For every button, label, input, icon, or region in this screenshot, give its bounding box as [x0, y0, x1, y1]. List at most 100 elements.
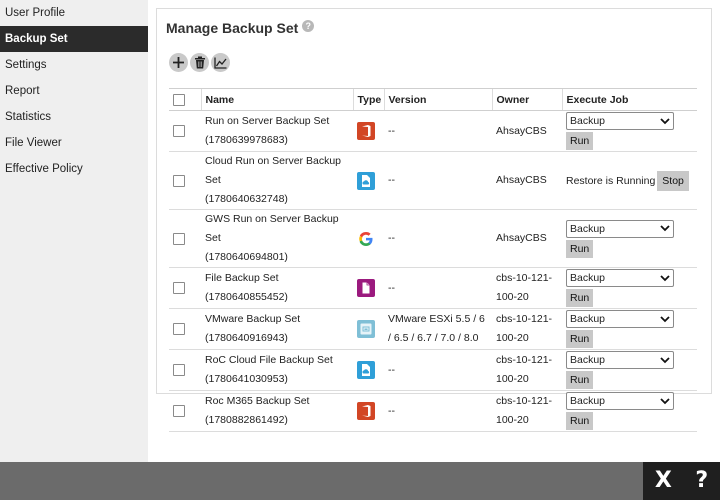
sidebar-item-statistics[interactable]: Statistics	[0, 104, 148, 130]
row-select-cell	[169, 110, 201, 152]
select-all-checkbox[interactable]	[173, 93, 185, 106]
job-type-value: Backup	[570, 395, 606, 407]
name-cell[interactable]: RoC Cloud File Backup Set (1780641030953)	[201, 349, 353, 391]
type-cell	[353, 267, 384, 309]
backup-set-id: (1780641030953)	[205, 373, 288, 385]
execute-job-cell: Backup Run	[562, 110, 697, 152]
name-cell[interactable]: GWS Run on Server Backup Set (17806406948…	[201, 209, 353, 268]
version-cell: --	[384, 267, 492, 309]
name-cell[interactable]: Cloud Run on Server Backup Set (178064063…	[201, 151, 353, 210]
backup-set-name[interactable]: RoC Cloud File Backup Set	[205, 351, 349, 370]
execute-job-cell: Restore is Running Stop	[562, 151, 697, 210]
table-row[interactable]: RoC Cloud File Backup Set (1780641030953)…	[169, 349, 697, 391]
sidebar-item-effective-policy[interactable]: Effective Policy	[0, 156, 148, 182]
report-chart-button[interactable]	[211, 53, 230, 72]
vmware-icon	[357, 320, 375, 338]
help-button[interactable]: ?	[695, 462, 708, 500]
table-row[interactable]: Cloud Run on Server Backup Set (178064063…	[169, 151, 697, 210]
version-cell: --	[384, 349, 492, 391]
table-row[interactable]: Roc M365 Backup Set (1780882861492) -- cbs-…	[169, 390, 697, 432]
backup-set-name[interactable]: VMware Backup Set	[205, 310, 349, 329]
row-select-cell	[169, 308, 201, 350]
row-select-cell	[169, 151, 201, 210]
chevron-down-icon	[660, 356, 670, 363]
sidebar-item-settings[interactable]: Settings	[0, 52, 148, 78]
type-cell	[353, 151, 384, 210]
office365-icon	[357, 402, 375, 420]
column-header-owner[interactable]: Owner	[491, 88, 562, 111]
sidebar-item-report[interactable]: Report	[0, 78, 148, 104]
row-checkbox[interactable]	[173, 174, 185, 187]
owner-cell: AhsayCBS	[492, 209, 562, 268]
backup-set-name[interactable]: Run on Server Backup Set	[205, 112, 349, 131]
backup-set-id: (1780640632748)	[205, 193, 288, 205]
table-body: Run on Server Backup Set (1780639978683) -…	[169, 110, 697, 432]
table-row[interactable]: File Backup Set (1780640855452) -- cbs-10-1…	[169, 267, 697, 309]
name-cell[interactable]: File Backup Set (1780640855452)	[201, 267, 353, 309]
job-type-select[interactable]: Backup	[566, 269, 674, 287]
name-cell[interactable]: Roc M365 Backup Set (1780882861492)	[201, 390, 353, 432]
run-button[interactable]: Run	[566, 289, 594, 307]
column-header-version[interactable]: Version	[383, 88, 492, 111]
run-button[interactable]: Run	[566, 412, 594, 430]
row-checkbox[interactable]	[173, 282, 185, 295]
run-button[interactable]: Run	[566, 132, 594, 150]
type-cell	[353, 110, 384, 152]
owner-cell: AhsayCBS	[492, 110, 562, 152]
table-row[interactable]: VMware Backup Set (1780640916943) VMware E…	[169, 308, 697, 350]
job-status-text: Restore is Running	[566, 174, 656, 187]
job-type-value: Backup	[570, 222, 606, 235]
backup-set-id: (1780639978683)	[205, 134, 288, 146]
sidebar-item-file-viewer[interactable]: File Viewer	[0, 130, 148, 156]
office365-icon	[357, 122, 375, 140]
version-cell: --	[384, 151, 492, 210]
owner-cell: AhsayCBS	[492, 151, 562, 210]
execute-job-cell: Backup Run	[562, 308, 697, 350]
sidebar-item-user-profile[interactable]: User Profile	[0, 0, 148, 26]
job-type-value: Backup	[570, 354, 606, 366]
version-cell: --	[384, 110, 492, 152]
job-type-select[interactable]: Backup	[566, 112, 674, 130]
execute-job-cell: Backup Run	[562, 390, 697, 432]
job-type-select[interactable]: Backup	[566, 310, 674, 328]
type-cell	[353, 349, 384, 391]
cloud-file-icon	[357, 171, 375, 190]
table-row[interactable]: GWS Run on Server Backup Set (17806406948…	[169, 209, 697, 268]
job-type-select[interactable]: Backup	[566, 219, 674, 238]
job-type-select[interactable]: Backup	[566, 392, 674, 410]
table-row[interactable]: Run on Server Backup Set (1780639978683) -…	[169, 110, 697, 152]
column-header-name[interactable]: Name	[200, 88, 353, 111]
backup-set-name[interactable]: File Backup Set	[205, 269, 349, 288]
add-button[interactable]	[169, 53, 188, 72]
run-button[interactable]: Run	[566, 330, 594, 348]
backup-set-name[interactable]: Cloud Run on Server Backup Set	[205, 152, 349, 190]
backup-set-panel: Manage Backup Set ? Name Type Version Ow…	[156, 8, 712, 432]
backup-set-name[interactable]: Roc M365 Backup Set	[205, 392, 349, 411]
name-cell[interactable]: VMware Backup Set (1780640916943)	[201, 308, 353, 350]
job-type-value: Backup	[570, 115, 606, 127]
toolbar	[169, 53, 230, 72]
column-header-execute-job: Execute Job	[561, 88, 697, 111]
main-content: Manage Backup Set ? Name Type Version Ow…	[148, 0, 720, 462]
version-cell: VMware ESXi 5.5 / 6 / 6.5 / 6.7 / 7.0 / …	[384, 308, 492, 350]
job-type-select[interactable]: Backup	[566, 351, 674, 369]
delete-button[interactable]	[190, 53, 209, 72]
run-button[interactable]: Run	[566, 239, 594, 258]
name-cell[interactable]: Run on Server Backup Set (1780639978683)	[201, 110, 353, 152]
google-icon	[357, 229, 375, 248]
row-checkbox[interactable]	[173, 125, 185, 138]
row-select-cell	[169, 390, 201, 432]
row-checkbox[interactable]	[173, 405, 185, 418]
close-button[interactable]: X	[655, 462, 672, 500]
row-checkbox[interactable]	[173, 323, 185, 336]
help-icon[interactable]: ?	[302, 20, 315, 32]
job-type-value: Backup	[570, 272, 606, 284]
run-button[interactable]: Run	[566, 371, 594, 389]
row-checkbox[interactable]	[173, 232, 185, 245]
sidebar-item-backup-set[interactable]: Backup Set	[0, 26, 148, 52]
row-checkbox[interactable]	[173, 364, 185, 377]
backup-set-name[interactable]: GWS Run on Server Backup Set	[205, 210, 349, 248]
select-all-header	[169, 88, 201, 111]
column-header-type[interactable]: Type	[352, 88, 384, 111]
stop-button[interactable]: Stop	[657, 170, 689, 191]
